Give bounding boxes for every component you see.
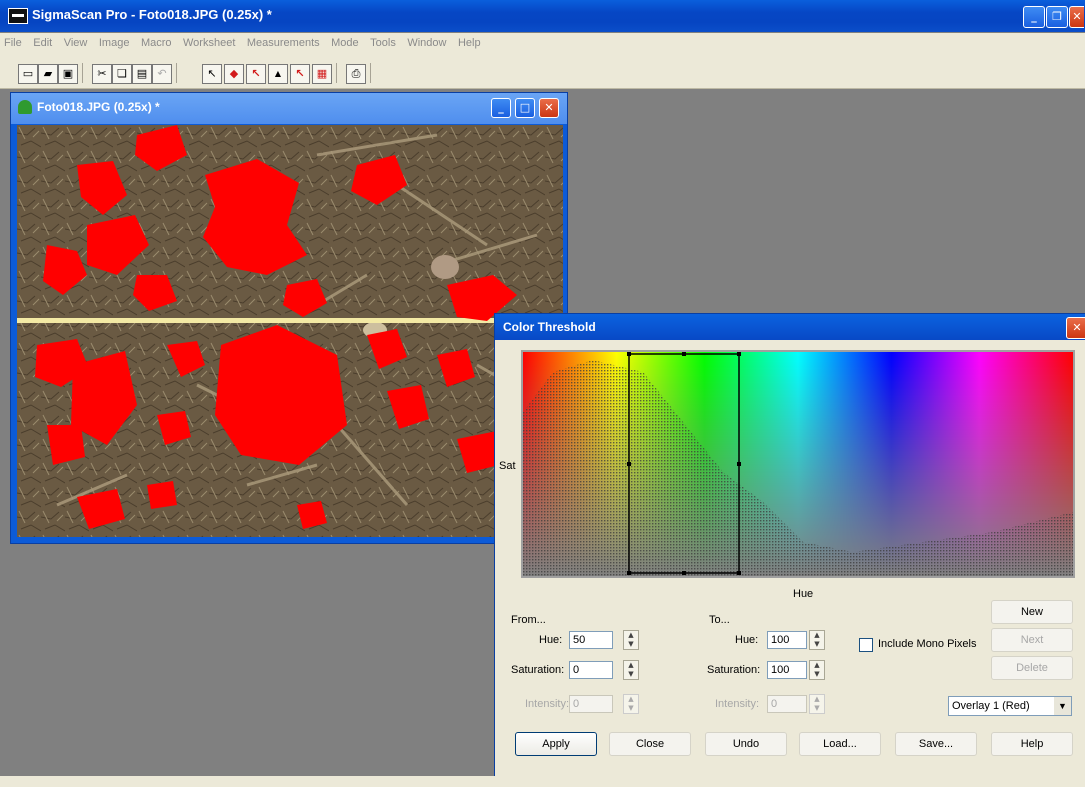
to-intensity-input: 0 — [767, 695, 807, 713]
app-close-button[interactable]: ✕ — [1069, 6, 1084, 28]
to-intensity-label: Intensity: — [715, 698, 760, 710]
dialog-close-button[interactable]: ✕ — [1066, 317, 1085, 339]
next-button[interactable]: Next — [991, 628, 1073, 652]
to-header: To... — [709, 614, 730, 626]
dialog-title: Color Threshold — [503, 320, 596, 334]
restore-button[interactable]: ❐ — [1046, 6, 1068, 28]
select-pointer-icon[interactable]: ↖ — [202, 64, 222, 84]
from-hue-input[interactable]: 50 — [569, 631, 613, 649]
fill-bucket-icon[interactable]: ◆ — [224, 64, 244, 84]
photo-overlay-graphic — [17, 125, 563, 537]
hue-axis-label: Hue — [793, 588, 814, 600]
include-mono-pixels-checkbox[interactable] — [859, 638, 873, 652]
app-titlebar: SigmaScan Pro - Foto018.JPG (0.25x) * _ … — [0, 0, 1085, 32]
hue-saturation-spectrum[interactable] — [521, 350, 1075, 578]
paste-icon[interactable]: ▤ — [132, 64, 152, 84]
undo-button[interactable]: Undo — [705, 732, 787, 756]
toolbar: ▭ ▰ ▣ ✂ ❏ ▤ ↶ ↖ ◆ ↖ ▲ ↖ ▦ ⎙ — [0, 55, 1085, 89]
from-saturation-spinner[interactable]: ▲ ▼ — [623, 660, 639, 680]
menu-edit[interactable]: Edit — [29, 33, 56, 53]
measure-pointer-icon[interactable]: ↖ — [290, 64, 310, 84]
open-folder-icon[interactable]: ▰ — [38, 64, 58, 84]
spectrum-graphic — [523, 352, 1073, 576]
from-intensity-input: 0 — [569, 695, 613, 713]
image-window-titlebar: Foto018.JPG (0.25x) * _ □ ✕ — [11, 93, 567, 124]
from-hue-label: Hue: — [539, 634, 563, 646]
menu-mode[interactable]: Mode — [327, 33, 363, 53]
toolbar-separator — [336, 63, 337, 83]
from-intensity-spinner: ▲ ▼ — [623, 694, 639, 714]
grid-measure-icon[interactable]: ▦ — [312, 64, 332, 84]
from-saturation-label: Saturation: — [511, 664, 565, 676]
dialog-titlebar: Color Threshold ✕ — [495, 314, 1085, 340]
from-hue-spinner[interactable]: ▲ ▼ — [623, 630, 639, 650]
menu-window[interactable]: Window — [403, 33, 450, 53]
menu-help[interactable]: Help — [454, 33, 485, 53]
load-button[interactable]: Load... — [799, 732, 881, 756]
menu-tools[interactable]: Tools — [366, 33, 400, 53]
color-threshold-dialog: Color Threshold ✕ Sat Hue From... Hue: 5… — [494, 313, 1085, 778]
new-file-icon[interactable]: ▭ — [18, 64, 38, 84]
close-button[interactable]: Close — [609, 732, 691, 756]
from-header: From... — [511, 614, 546, 626]
overlay-select-value: Overlay 1 (Red) — [952, 700, 1030, 712]
delete-button[interactable]: Delete — [991, 656, 1073, 680]
menu-image[interactable]: Image — [95, 33, 134, 53]
print-icon[interactable]: ⎙ — [346, 64, 366, 84]
status-bar — [0, 776, 1085, 787]
app-icon — [8, 8, 28, 24]
menu-file[interactable]: File — [0, 33, 26, 53]
image-window: Foto018.JPG (0.25x) * _ □ ✕ — [10, 92, 568, 544]
this-select-icon[interactable]: ▲ — [268, 64, 288, 84]
from-intensity-label: Intensity: — [525, 698, 570, 710]
minimize-button[interactable]: _ — [1023, 6, 1045, 28]
menu-view[interactable]: View — [60, 33, 92, 53]
image-window-title: Foto018.JPG (0.25x) * — [37, 100, 160, 114]
overlay-select[interactable]: Overlay 1 (Red) ▼ — [948, 696, 1072, 716]
cut-icon[interactable]: ✂ — [92, 64, 112, 84]
to-hue-spinner[interactable]: ▲ ▼ — [809, 630, 825, 650]
menu-bar: File Edit View Image Macro Worksheet Mea… — [0, 33, 1085, 55]
chevron-down-icon[interactable]: ▼ — [1054, 697, 1071, 715]
to-intensity-spinner: ▲ ▼ — [809, 694, 825, 714]
to-hue-label: Hue: — [735, 634, 759, 646]
image-maximize-button[interactable]: □ — [515, 98, 535, 118]
to-hue-input[interactable]: 100 — [767, 631, 807, 649]
undo-icon[interactable]: ↶ — [152, 64, 172, 84]
menu-measurements[interactable]: Measurements — [243, 33, 324, 53]
to-saturation-input[interactable]: 100 — [767, 661, 807, 679]
new-button[interactable]: New — [991, 600, 1073, 624]
toolbar-separator — [82, 63, 83, 83]
image-close-button[interactable]: ✕ — [539, 98, 559, 118]
apply-button[interactable]: Apply — [515, 732, 597, 756]
to-saturation-label: Saturation: — [707, 664, 761, 676]
help-button[interactable]: Help — [991, 732, 1073, 756]
field-photo[interactable] — [17, 125, 563, 537]
to-saturation-spinner[interactable]: ▲ ▼ — [809, 660, 825, 680]
include-mono-pixels-label: Include Mono Pixels — [878, 638, 977, 650]
from-saturation-input[interactable]: 0 — [569, 661, 613, 679]
save-button[interactable]: Save... — [895, 732, 977, 756]
toolbar-separator — [370, 63, 371, 83]
image-minimize-button[interactable]: _ — [491, 98, 511, 118]
menu-worksheet[interactable]: Worksheet — [179, 33, 239, 53]
copy-icon[interactable]: ❏ — [112, 64, 132, 84]
app-title: SigmaScan Pro - Foto018.JPG (0.25x) * — [32, 7, 272, 22]
saturation-axis-label: Sat — [499, 460, 516, 472]
save-disk-icon[interactable]: ▣ — [58, 64, 78, 84]
menu-macro[interactable]: Macro — [137, 33, 176, 53]
plant-icon — [18, 100, 32, 114]
toolbar-separator — [176, 63, 177, 83]
trace-select-icon[interactable]: ↖ — [246, 64, 266, 84]
